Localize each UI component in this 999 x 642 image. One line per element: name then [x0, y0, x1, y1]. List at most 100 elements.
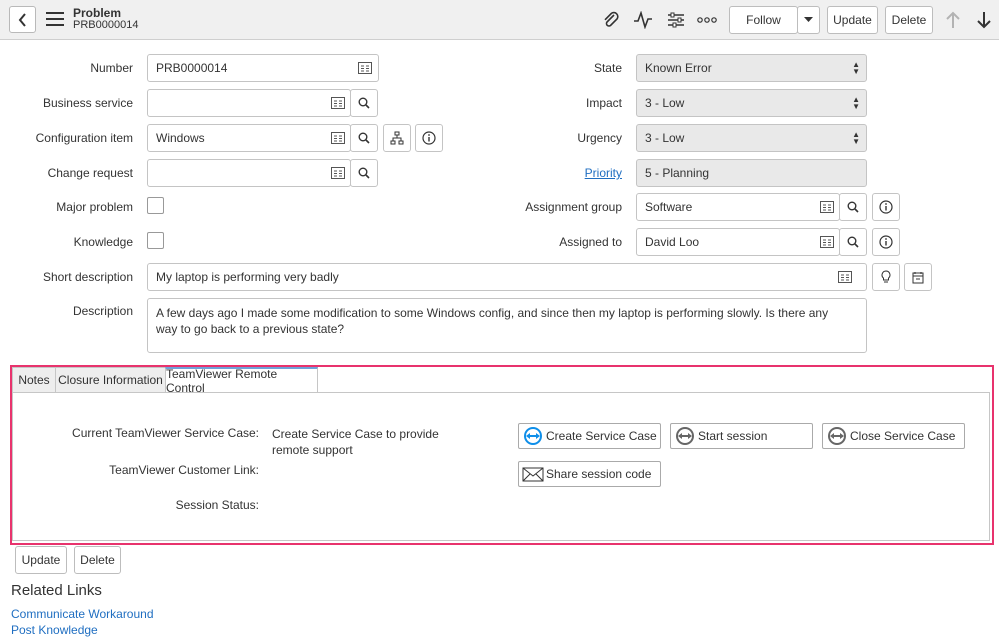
- back-button[interactable]: [9, 6, 36, 33]
- delete-button[interactable]: Delete: [885, 6, 933, 34]
- tab-teamviewer-remote-control[interactable]: TeamViewer Remote Control: [165, 367, 318, 395]
- teamviewer-icon: [524, 427, 542, 445]
- search-icon: [847, 201, 859, 213]
- short-description-value: My laptop is performing very badly: [156, 270, 339, 284]
- assignment-group-search-button[interactable]: [839, 193, 867, 221]
- assigned-to-info-button[interactable]: [872, 228, 900, 256]
- paperclip-icon[interactable]: [600, 9, 622, 31]
- footer-delete-button[interactable]: Delete: [74, 546, 121, 574]
- template-button[interactable]: [904, 263, 932, 291]
- business-service-search-button[interactable]: [350, 89, 378, 117]
- tab-closure-information[interactable]: Closure Information: [55, 367, 166, 393]
- assigned-to-label: Assigned to: [559, 235, 622, 249]
- more-options-icon[interactable]: [696, 9, 718, 31]
- info-icon: [422, 131, 436, 145]
- reference-card-icon: [838, 271, 852, 283]
- share-session-code-label: Share session code: [546, 467, 652, 481]
- search-icon: [847, 236, 859, 248]
- description-label: Description: [72, 304, 133, 318]
- start-session-label: Start session: [698, 429, 768, 443]
- info-icon: [879, 235, 893, 249]
- change-request-input[interactable]: [147, 159, 351, 187]
- state-value: Known Error: [645, 61, 712, 75]
- envelope-icon: [522, 467, 544, 482]
- impact-select[interactable]: 3 - Low ▲ ▼: [636, 89, 867, 117]
- menu-icon[interactable]: [46, 12, 64, 26]
- create-service-case-button[interactable]: Create Service Case: [518, 423, 661, 449]
- teamviewer-icon: [676, 427, 694, 445]
- footer-update-button[interactable]: Update: [15, 546, 67, 574]
- assignment-group-info-button[interactable]: [872, 193, 900, 221]
- update-button[interactable]: Update: [827, 6, 878, 34]
- state-select[interactable]: Known Error ▲ ▼: [636, 54, 867, 82]
- previous-record-arrow-icon[interactable]: [942, 9, 964, 31]
- customer-link-label: TeamViewer Customer Link:: [109, 463, 259, 477]
- priority-value: 5 - Planning: [645, 166, 710, 180]
- number-field[interactable]: PRB0000014: [147, 54, 379, 82]
- assigned-to-search-button[interactable]: [839, 228, 867, 256]
- form-header: Problem PRB0000014 Follow Update Delete: [0, 0, 999, 40]
- configuration-item-input[interactable]: Windows: [147, 124, 351, 152]
- reference-card-icon: [331, 132, 345, 144]
- search-icon: [358, 97, 370, 109]
- record-number: PRB0000014: [73, 19, 139, 31]
- lightbulb-icon: [881, 270, 891, 283]
- activity-icon[interactable]: [632, 9, 654, 31]
- number-label: Number: [90, 61, 133, 75]
- reference-card-icon: [331, 167, 345, 179]
- start-session-button[interactable]: Start session: [670, 423, 813, 449]
- urgency-label: Urgency: [577, 131, 622, 145]
- number-value: PRB0000014: [156, 61, 228, 75]
- page-title: Problem: [73, 6, 122, 20]
- close-service-case-label: Close Service Case: [850, 429, 956, 443]
- description-textarea[interactable]: A few days ago I made some modification …: [147, 298, 867, 353]
- business-service-label: Business service: [42, 96, 133, 110]
- priority-link[interactable]: Priority: [500, 166, 622, 180]
- knowledge-checkbox[interactable]: [147, 232, 164, 249]
- assignment-group-input[interactable]: Software: [636, 193, 840, 221]
- short-description-input[interactable]: My laptop is performing very badly: [147, 263, 867, 291]
- assignment-group-label: Assignment group: [525, 200, 622, 214]
- urgency-select[interactable]: 3 - Low ▲ ▼: [636, 124, 867, 152]
- impact-value: 3 - Low: [645, 96, 685, 110]
- major-problem-label: Major problem: [56, 200, 133, 214]
- priority-field: 5 - Planning: [636, 159, 867, 187]
- assignment-group-value: Software: [645, 200, 693, 214]
- urgency-value: 3 - Low: [645, 131, 685, 145]
- chevron-left-icon: [18, 12, 26, 27]
- business-service-input[interactable]: [147, 89, 351, 117]
- change-request-search-button[interactable]: [350, 159, 378, 187]
- select-arrows-icon: ▲ ▼: [852, 130, 860, 146]
- calendar-icon: [912, 271, 924, 283]
- assigned-to-input[interactable]: David Loo: [636, 228, 840, 256]
- share-session-code-button[interactable]: Share session code: [518, 461, 661, 487]
- knowledge-label: Knowledge: [73, 235, 133, 249]
- dependency-map-button[interactable]: [383, 124, 411, 152]
- teamviewer-icon: [828, 427, 846, 445]
- current-service-case-label: Current TeamViewer Service Case:: [72, 426, 259, 440]
- create-service-case-label: Create Service Case: [546, 429, 657, 443]
- hierarchy-icon: [390, 131, 404, 145]
- tab-notes[interactable]: Notes: [12, 367, 56, 393]
- select-arrows-icon: ▲ ▼: [852, 60, 860, 76]
- search-icon: [358, 167, 370, 179]
- follow-dropdown-button[interactable]: [797, 6, 820, 34]
- suggestion-button[interactable]: [872, 263, 900, 291]
- configuration-item-search-button[interactable]: [350, 124, 378, 152]
- reference-card-icon: [358, 62, 372, 74]
- session-status-label: Session Status:: [175, 498, 259, 512]
- reference-card-icon: [820, 236, 834, 248]
- configuration-item-value: Windows: [156, 131, 205, 145]
- related-link-post-knowledge[interactable]: Post Knowledge: [11, 623, 98, 637]
- configuration-item-info-button[interactable]: [415, 124, 443, 152]
- settings-sliders-icon[interactable]: [665, 9, 687, 31]
- configuration-item-label: Configuration item: [35, 131, 133, 145]
- next-record-arrow-icon[interactable]: [973, 9, 995, 31]
- close-service-case-button[interactable]: Close Service Case: [822, 423, 965, 449]
- related-link-communicate-workaround[interactable]: Communicate Workaround: [11, 607, 154, 621]
- search-icon: [358, 132, 370, 144]
- major-problem-checkbox[interactable]: [147, 197, 164, 214]
- follow-button[interactable]: Follow: [729, 6, 798, 34]
- short-description-label: Short description: [42, 270, 133, 284]
- assigned-to-value: David Loo: [645, 235, 700, 249]
